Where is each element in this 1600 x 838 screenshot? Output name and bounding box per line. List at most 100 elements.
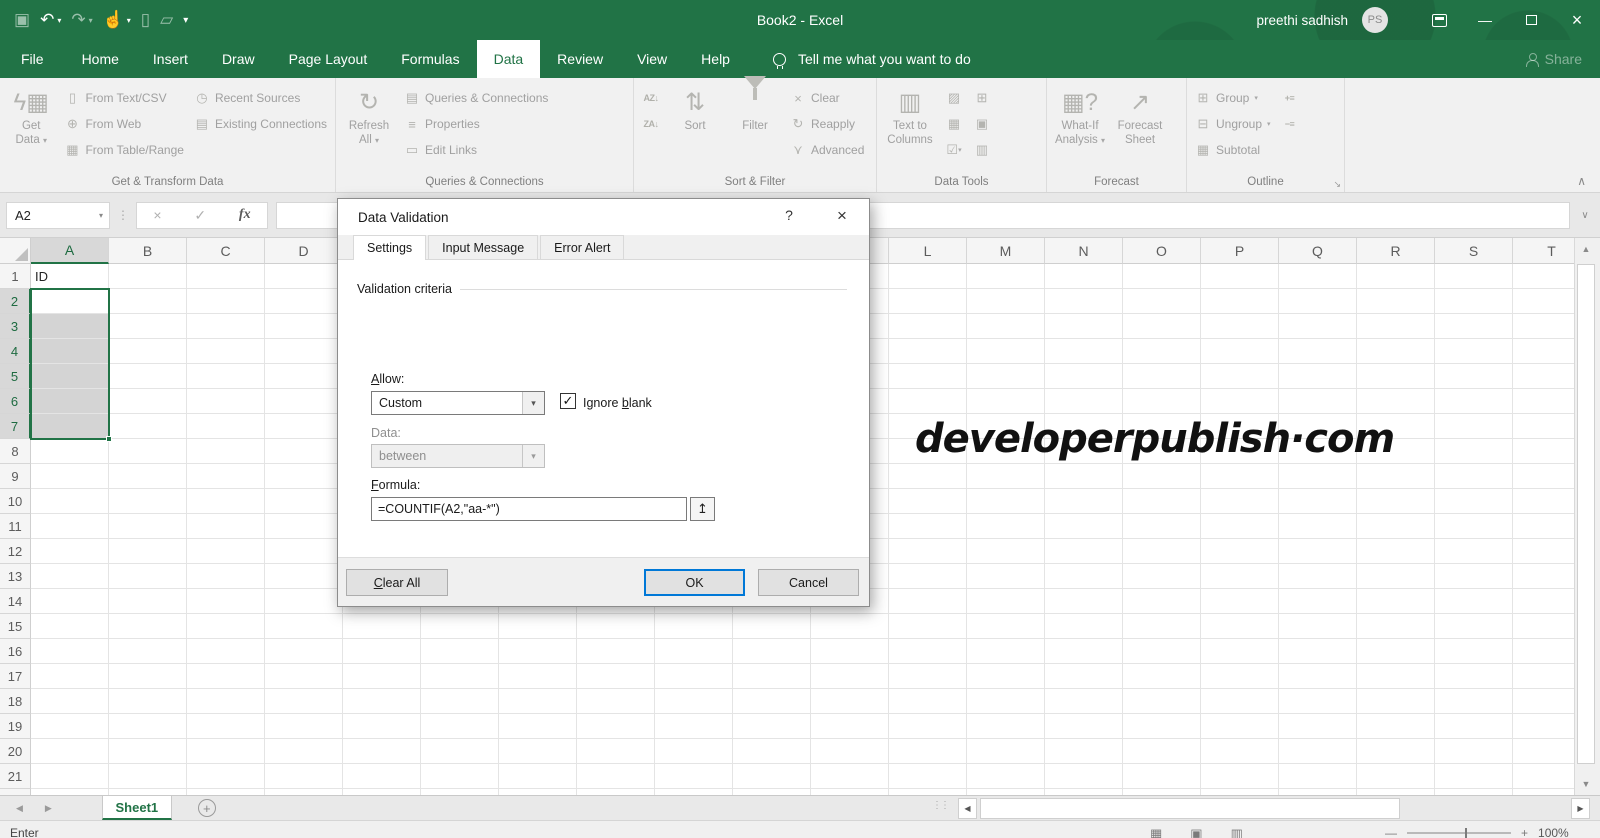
cell-a7[interactable] — [31, 414, 109, 439]
cell-p17[interactable] — [1201, 664, 1279, 689]
cell-k20[interactable] — [811, 739, 889, 764]
cell-h15[interactable] — [577, 614, 655, 639]
cell-j18[interactable] — [733, 689, 811, 714]
cell-e15[interactable] — [343, 614, 421, 639]
clear-button[interactable]: ×Clear — [786, 85, 868, 111]
cell-t19[interactable] — [1513, 714, 1574, 739]
forecast-sheet-button[interactable]: ↗ForecastSheet — [1111, 82, 1169, 147]
cell-l18[interactable] — [889, 689, 967, 714]
dialog-close-icon[interactable]: × — [827, 203, 857, 229]
cell-f19[interactable] — [421, 714, 499, 739]
formula-field[interactable]: =COUNTIF(A2,"aa-*") — [371, 497, 687, 521]
cell-d11[interactable] — [265, 514, 343, 539]
collapse-dialog-icon[interactable]: ↥ — [690, 497, 715, 521]
row-header-9[interactable]: 9 — [0, 464, 31, 489]
cell-m10[interactable] — [967, 489, 1045, 514]
add-sheet-icon[interactable]: + — [198, 799, 216, 817]
redo-icon[interactable]: ↷▾ — [71, 10, 92, 30]
cell-a10[interactable] — [31, 489, 109, 514]
cell-g15[interactable] — [499, 614, 577, 639]
row-header-15[interactable]: 15 — [0, 614, 31, 639]
cell-d17[interactable] — [265, 664, 343, 689]
cell-o9[interactable] — [1123, 464, 1201, 489]
edit-links-button[interactable]: ▭Edit Links — [400, 137, 552, 163]
cell-n5[interactable] — [1045, 364, 1123, 389]
expand-formula-bar-icon[interactable]: ∨ — [1570, 202, 1600, 229]
cell-b12[interactable] — [109, 539, 187, 564]
cell-l16[interactable] — [889, 639, 967, 664]
cell-t5[interactable] — [1513, 364, 1574, 389]
cell-a13[interactable] — [31, 564, 109, 589]
cell-r16[interactable] — [1357, 639, 1435, 664]
cell-f18[interactable] — [421, 689, 499, 714]
cell-d16[interactable] — [265, 639, 343, 664]
cell-d18[interactable] — [265, 689, 343, 714]
cell-s15[interactable] — [1435, 614, 1513, 639]
cell-m12[interactable] — [967, 539, 1045, 564]
cell-a2[interactable] — [31, 289, 109, 314]
sheet-nav-left-icon[interactable]: ◀ — [16, 803, 23, 814]
cell-a1[interactable]: ID — [31, 264, 109, 289]
subtotal-button[interactable]: ▦Subtotal — [1191, 137, 1275, 163]
tab-home[interactable]: Home — [65, 40, 136, 78]
cell-l12[interactable] — [889, 539, 967, 564]
cell-i17[interactable] — [655, 664, 733, 689]
view-page-layout-icon[interactable]: ▣ — [1190, 826, 1202, 838]
cell-d15[interactable] — [265, 614, 343, 639]
cell-t14[interactable] — [1513, 589, 1574, 614]
cell-b7[interactable] — [109, 414, 187, 439]
from-web-button[interactable]: ⊕From Web — [60, 111, 188, 137]
cell-r1[interactable] — [1357, 264, 1435, 289]
row-header-21[interactable]: 21 — [0, 764, 31, 789]
row-header-20[interactable]: 20 — [0, 739, 31, 764]
cell-s8[interactable] — [1435, 439, 1513, 464]
cell-q4[interactable] — [1279, 339, 1357, 364]
collapse-ribbon-icon[interactable]: ∧ — [1577, 174, 1586, 188]
cell-r13[interactable] — [1357, 564, 1435, 589]
tab-error-alert[interactable]: Error Alert — [540, 235, 624, 259]
cell-n11[interactable] — [1045, 514, 1123, 539]
cell-p2[interactable] — [1201, 289, 1279, 314]
cell-p3[interactable] — [1201, 314, 1279, 339]
cell-c9[interactable] — [187, 464, 265, 489]
cell-m6[interactable] — [967, 389, 1045, 414]
ignore-blank-checkbox[interactable]: ✓ — [560, 393, 576, 409]
cell-p1[interactable] — [1201, 264, 1279, 289]
cell-n1[interactable] — [1045, 264, 1123, 289]
data-validation-button[interactable]: ☑▾ — [941, 137, 967, 163]
cell-o21[interactable] — [1123, 764, 1201, 789]
flash-fill-button[interactable]: ▨ — [941, 85, 967, 111]
cell-l9[interactable] — [889, 464, 967, 489]
cell-n9[interactable] — [1045, 464, 1123, 489]
cell-l5[interactable] — [889, 364, 967, 389]
cell-l1[interactable] — [889, 264, 967, 289]
cell-h18[interactable] — [577, 689, 655, 714]
cell-p9[interactable] — [1201, 464, 1279, 489]
cell-m17[interactable] — [967, 664, 1045, 689]
close-icon[interactable]: × — [1554, 0, 1600, 40]
cell-k16[interactable] — [811, 639, 889, 664]
cell-e19[interactable] — [343, 714, 421, 739]
cell-n15[interactable] — [1045, 614, 1123, 639]
cell-c20[interactable] — [187, 739, 265, 764]
cell-q3[interactable] — [1279, 314, 1357, 339]
cell-c12[interactable] — [187, 539, 265, 564]
cell-k21[interactable] — [811, 764, 889, 789]
cell-d7[interactable] — [265, 414, 343, 439]
cell-n16[interactable] — [1045, 639, 1123, 664]
cell-s9[interactable] — [1435, 464, 1513, 489]
minimize-icon[interactable]: — — [1462, 0, 1508, 40]
cell-f17[interactable] — [421, 664, 499, 689]
cell-a3[interactable] — [31, 314, 109, 339]
cell-r5[interactable] — [1357, 364, 1435, 389]
zoom-in-icon[interactable]: + — [1521, 826, 1528, 838]
cell-q10[interactable] — [1279, 489, 1357, 514]
cell-o5[interactable] — [1123, 364, 1201, 389]
cell-t8[interactable] — [1513, 439, 1574, 464]
cell-s18[interactable] — [1435, 689, 1513, 714]
cell-e20[interactable] — [343, 739, 421, 764]
cell-t12[interactable] — [1513, 539, 1574, 564]
sort-a-to-z-button[interactable]: AZ↓ — [638, 85, 664, 111]
cell-r12[interactable] — [1357, 539, 1435, 564]
cell-s16[interactable] — [1435, 639, 1513, 664]
